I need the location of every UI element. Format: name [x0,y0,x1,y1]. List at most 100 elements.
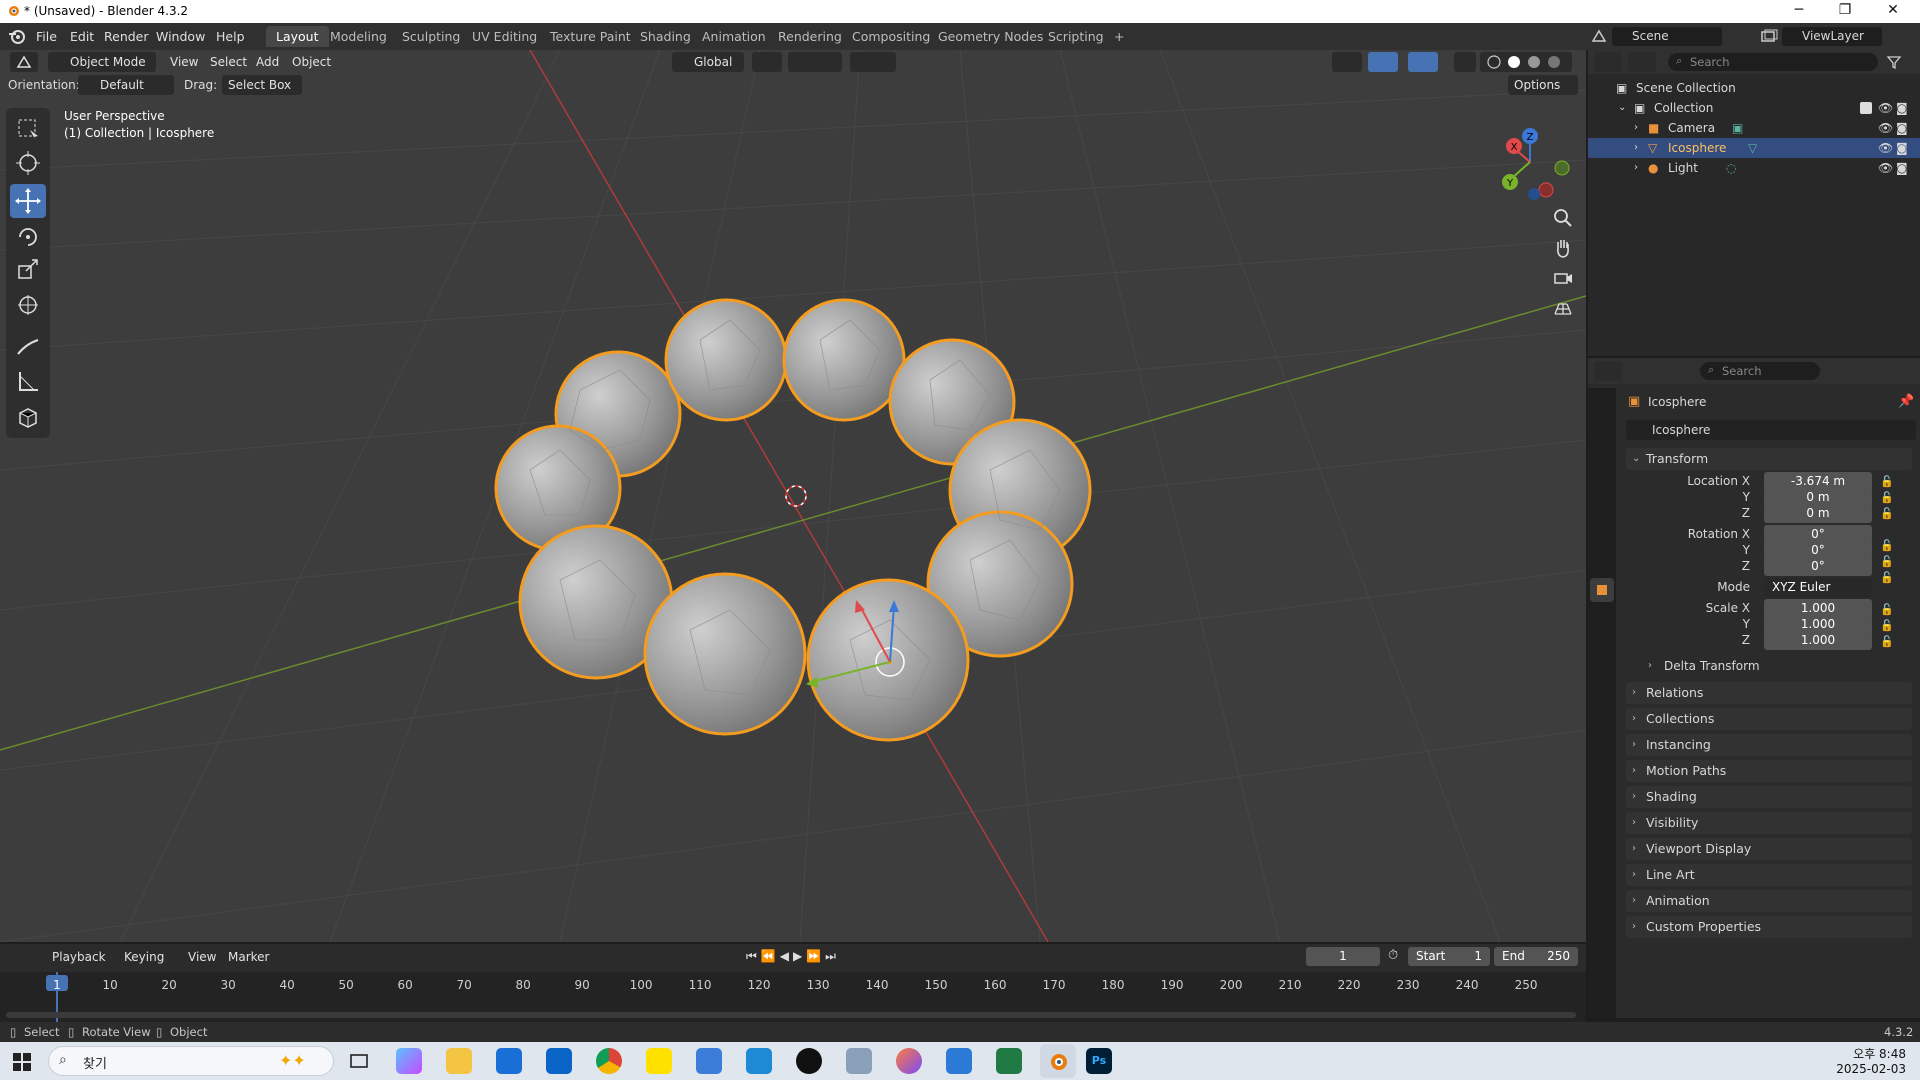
orientation-dropdown[interactable]: Default [78,75,174,95]
timeline-menu-view[interactable]: View [182,947,222,967]
mode-dropdown[interactable]: Object Mode [48,52,156,72]
timeline-menu-playback[interactable]: Playback [46,947,112,967]
light-render-icon[interactable]: ◙ [1896,158,1908,178]
move-tool-icon[interactable] [10,184,46,218]
store-icon[interactable] [496,1048,522,1074]
photoshop-icon[interactable]: Ps [1086,1048,1112,1074]
auto-keying-icon[interactable] [700,947,726,967]
icosphere-render-icon[interactable]: ◙ [1896,138,1908,158]
properties-search-input[interactable]: ⌕ Search [1700,362,1820,380]
rotation-mode-dropdown[interactable]: XYZ Euler [1764,578,1872,597]
scene-name-field[interactable]: Scene [1612,27,1722,46]
viewport-display-panel-header[interactable]: › Viewport Display [1626,838,1912,860]
tab-animation[interactable]: Animation [692,26,776,47]
outliner-item-light[interactable]: › ● Light ◌ 👁 ◙ [1588,158,1920,178]
xray-icon[interactable] [1454,52,1476,72]
drag-dropdown[interactable]: Select Box [222,75,302,95]
shading-panel-header[interactable]: › Shading [1626,786,1912,808]
icosphere-expand-icon[interactable]: › [1634,138,1638,158]
collections-panel-header[interactable]: › Collections [1626,708,1912,730]
current-frame-field[interactable]: 1 [1306,947,1380,966]
options-dropdown[interactable]: Options [1508,75,1578,95]
collection-eye-icon[interactable]: 👁 [1878,98,1893,118]
icosphere-ring[interactable] [494,298,1092,742]
file-explorer-icon[interactable] [446,1048,472,1074]
visibility-icon[interactable] [1332,52,1362,72]
tab-sculpting[interactable]: Sculpting [392,26,470,47]
calculator-icon[interactable] [696,1048,722,1074]
custom-properties-panel-header[interactable]: › Custom Properties [1626,916,1912,938]
recorder-icon[interactable] [796,1048,822,1074]
data-tab-icon[interactable] [1590,700,1614,724]
add-cube-tool-icon[interactable] [10,400,46,434]
scene-icon[interactable] [1590,28,1608,45]
copilot-icon[interactable] [396,1048,422,1074]
camera-render-icon[interactable]: ◙ [1896,118,1908,138]
collection-expand-icon[interactable]: ⌄ [1618,98,1626,118]
blender-menu-icon[interactable] [8,28,26,45]
excel-icon[interactable] [996,1048,1022,1074]
view-layer-icon[interactable] [1760,28,1778,45]
scale-tool-icon[interactable] [10,254,46,288]
icosphere-eye-icon[interactable]: 👁 [1878,138,1893,158]
timeline-menu-marker[interactable]: Marker [222,947,275,967]
lock-icons[interactable]: 🔓 🔓 🔓 🔓 🔓 🔓 🔓 🔓 🔓 [1880,474,1910,650]
timeline-editor-type-icon[interactable] [10,947,38,967]
shading-mode-buttons[interactable] [1480,52,1572,72]
outliner-item-camera[interactable]: › ■ Camera ▣ 👁 ◙ [1588,118,1920,138]
tab-uv-editing[interactable]: UV Editing [462,26,547,47]
taskbar-search-box[interactable]: ⌕ 찾기 ✦✦ [48,1046,334,1076]
timeline-menu-keying[interactable]: Keying [118,947,170,967]
cursor-tool-icon[interactable] [10,146,46,180]
viewport-canvas[interactable] [0,50,1586,942]
particles-tab-icon[interactable] [1590,628,1614,652]
preview-range-icon[interactable]: ⏱ [1388,948,1398,963]
snap-icon[interactable] [788,52,842,72]
timeline-scrollbar[interactable] [6,1012,1576,1018]
minimize-button[interactable]: ─ [1776,0,1822,23]
constraints-tab-icon[interactable] [1590,676,1614,700]
visibility-panel-header[interactable]: › Visibility [1626,812,1912,834]
tab-shading[interactable]: Shading [630,26,701,47]
firefox-icon[interactable] [896,1048,922,1074]
view-layer-field[interactable]: ViewLayer [1782,27,1882,46]
perspective-toggle-icon[interactable] [1551,296,1575,320]
measure-tool-icon[interactable] [10,364,46,398]
object-tab-icon[interactable] [1590,578,1614,602]
location-z-field[interactable]: 0 m [1764,504,1872,523]
app-icon[interactable] [846,1048,872,1074]
world-tab-icon[interactable] [1590,518,1614,542]
kakaotalk-icon[interactable] [646,1048,672,1074]
transform-orientation-dropdown[interactable]: Global [672,52,744,72]
menu-window[interactable]: Window [148,27,213,46]
light-data-icon[interactable]: ◌ [1726,158,1736,178]
tab-geometry-nodes[interactable]: Geometry Nodes [928,26,1053,47]
rotate-tool-icon[interactable] [10,220,46,254]
collection-tab-icon[interactable] [1590,548,1614,572]
tab-compositing[interactable]: Compositing [842,26,940,47]
chrome-icon[interactable] [596,1048,622,1074]
editor-type-icon[interactable] [10,52,38,72]
collection-checkbox[interactable] [1860,102,1872,114]
rotation-z-field[interactable]: 0° [1764,557,1872,576]
menu-file[interactable]: File [28,27,65,46]
material-tab-icon[interactable] [1590,724,1614,748]
transform-tool-icon[interactable] [10,288,46,322]
outliner-editor-type-icon[interactable] [1594,52,1622,72]
scene-collection-row[interactable]: ▣ Scene Collection [1588,78,1920,98]
light-eye-icon[interactable]: 👁 [1878,158,1893,178]
outlook-icon[interactable] [546,1048,572,1074]
object-name-field[interactable]: Icosphere [1626,420,1916,440]
select-box-tool-icon[interactable] [10,112,46,146]
light-expand-icon[interactable]: › [1634,158,1638,178]
physics-tab-icon[interactable] [1590,652,1614,676]
menu-help[interactable]: Help [208,27,253,46]
tab-rendering[interactable]: Rendering [768,26,852,47]
pan-hand-icon[interactable] [1551,236,1575,260]
delta-transform-header[interactable]: › Delta Transform [1644,656,1912,676]
close-button[interactable]: ✕ [1870,0,1916,23]
tab-modeling[interactable]: Modeling [320,26,397,47]
camera-view-icon[interactable] [1551,266,1575,290]
motion-paths-panel-header[interactable]: › Motion Paths [1626,760,1912,782]
relations-panel-header[interactable]: › Relations [1626,682,1912,704]
